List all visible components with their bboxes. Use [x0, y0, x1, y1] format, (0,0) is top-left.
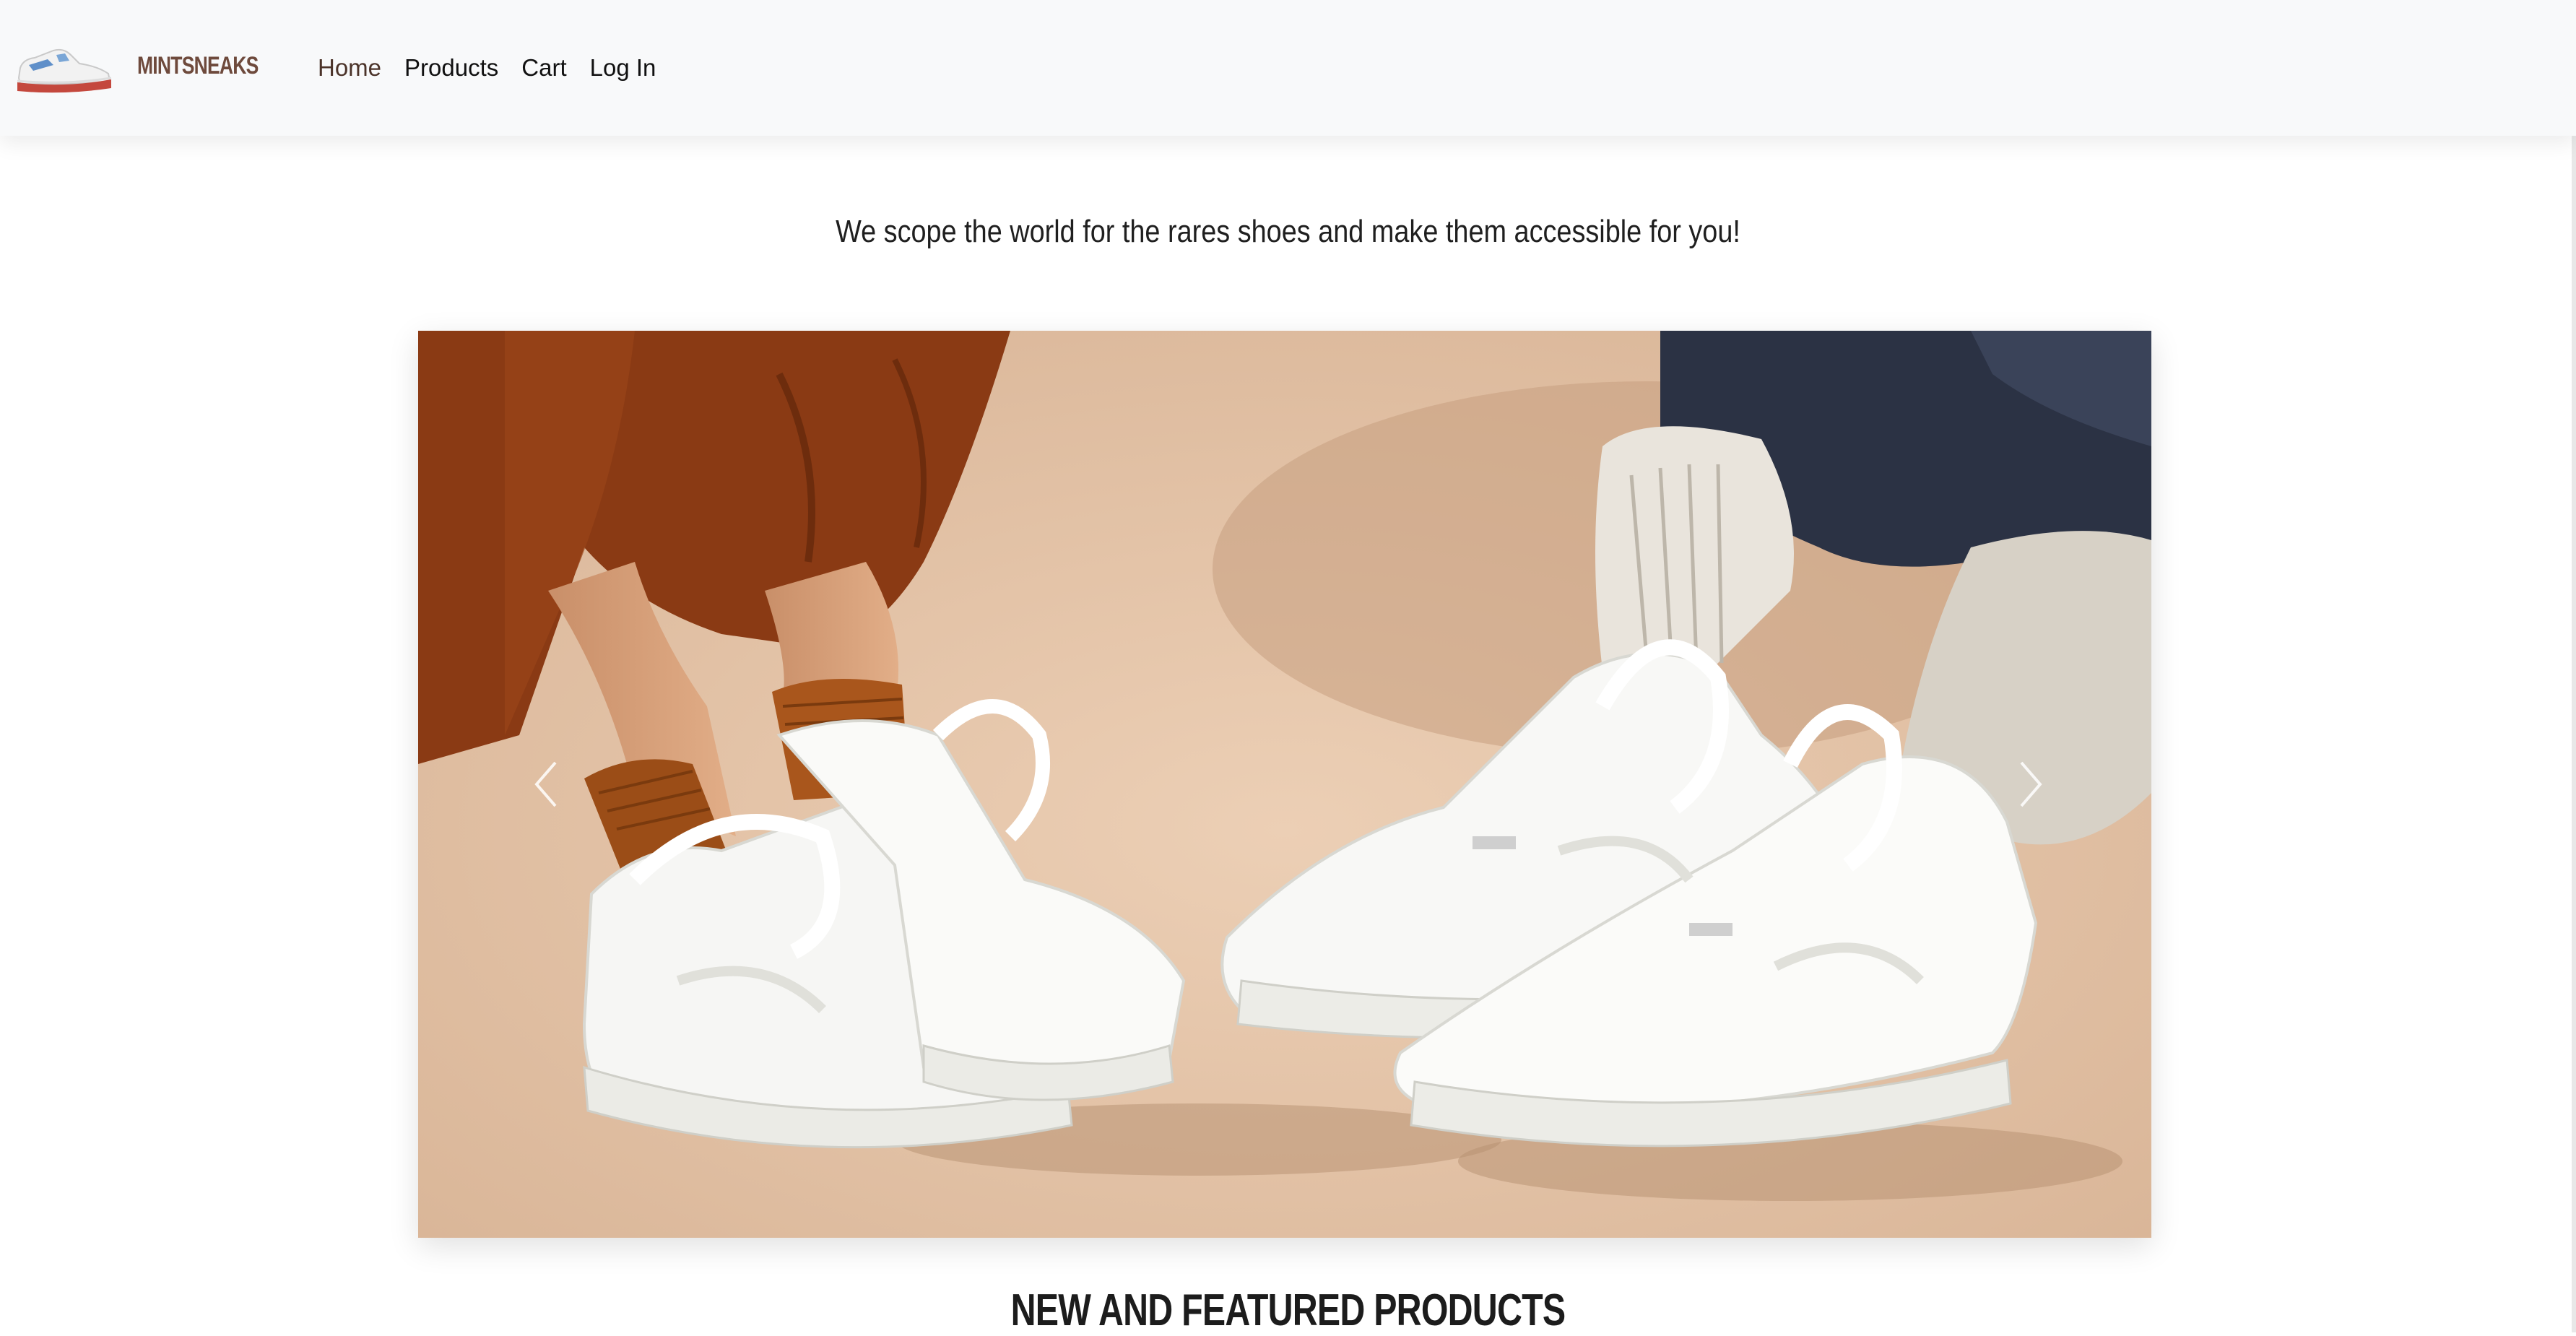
navbar: MINTSNEAKS Home Products Cart Log In [0, 0, 2576, 136]
nav-login[interactable]: Log In [590, 52, 656, 84]
nav-cart[interactable]: Cart [521, 52, 566, 84]
chevron-left-icon[interactable] [526, 755, 570, 813]
page-scrollbar[interactable] [2572, 0, 2576, 1332]
nav-home[interactable]: Home [318, 52, 381, 84]
hero-tagline: We scope the world for the rares shoes a… [836, 214, 1740, 249]
chevron-right-icon[interactable] [2007, 755, 2050, 813]
white-sneakers-photo [418, 331, 2151, 1238]
brand-name[interactable]: MINTSNEAKS [137, 52, 259, 80]
sneaker-logo-icon[interactable] [13, 33, 114, 98]
nav-products[interactable]: Products [404, 52, 498, 84]
hero-carousel[interactable] [418, 331, 2151, 1238]
featured-products-heading: NEW AND FEATURED PRODUCTS [1010, 1285, 1566, 1336]
main-nav: Home Products Cart Log In [318, 52, 656, 84]
